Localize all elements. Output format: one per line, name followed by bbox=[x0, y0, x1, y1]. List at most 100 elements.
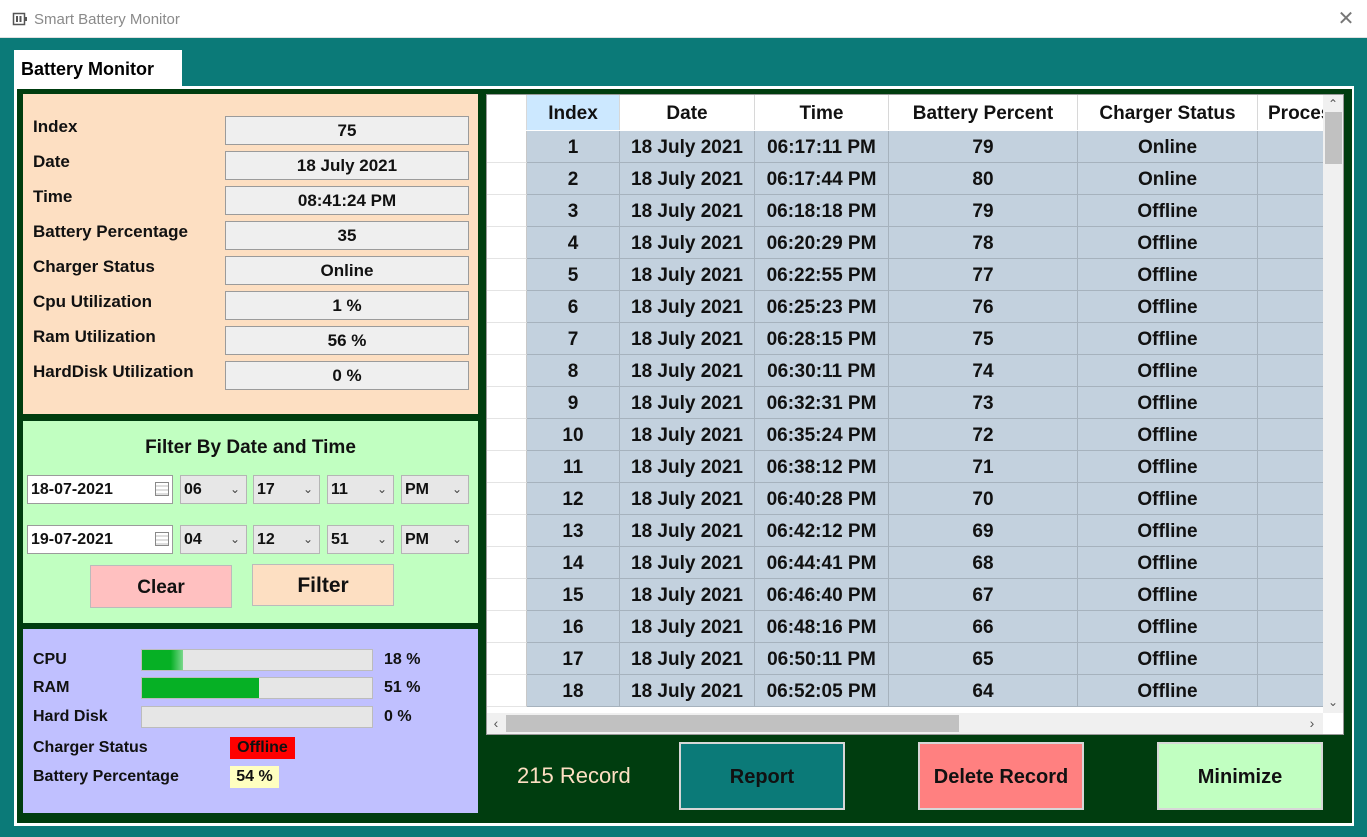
row-header[interactable] bbox=[487, 611, 527, 643]
cell-process[interactable] bbox=[1258, 259, 1328, 291]
cell-process[interactable] bbox=[1258, 355, 1328, 387]
cell-process[interactable] bbox=[1258, 419, 1328, 451]
from-hour-select[interactable]: 06 ⌄ bbox=[180, 475, 247, 504]
cell-index[interactable]: 7 bbox=[527, 323, 620, 355]
vertical-scrollbar[interactable]: ⌃ ⌄ bbox=[1323, 95, 1343, 713]
cell-date[interactable]: 18 July 2021 bbox=[620, 387, 755, 419]
to-second-select[interactable]: 51 ⌄ bbox=[327, 525, 394, 554]
cell-index[interactable]: 18 bbox=[527, 675, 620, 707]
row-header[interactable] bbox=[487, 419, 527, 451]
cell-process[interactable] bbox=[1258, 451, 1328, 483]
cell-charger-status[interactable]: Offline bbox=[1078, 451, 1258, 483]
cell-time[interactable]: 06:48:16 PM bbox=[755, 611, 889, 643]
cell-process[interactable] bbox=[1258, 643, 1328, 675]
row-header[interactable] bbox=[487, 259, 527, 291]
cell-index[interactable]: 8 bbox=[527, 355, 620, 387]
column-header-time[interactable]: Time bbox=[755, 95, 889, 130]
cell-date[interactable]: 18 July 2021 bbox=[620, 515, 755, 547]
scroll-up-icon[interactable]: ⌃ bbox=[1323, 97, 1343, 111]
minimize-button[interactable]: Minimize bbox=[1157, 742, 1323, 810]
calendar-icon[interactable] bbox=[155, 532, 169, 546]
cell-charger-status[interactable]: Offline bbox=[1078, 611, 1258, 643]
horizontal-scroll-thumb[interactable] bbox=[506, 715, 959, 732]
cell-process[interactable] bbox=[1258, 291, 1328, 323]
cell-process[interactable] bbox=[1258, 675, 1328, 707]
cell-charger-status[interactable]: Offline bbox=[1078, 387, 1258, 419]
cell-date[interactable]: 18 July 2021 bbox=[620, 323, 755, 355]
cell-charger-status[interactable]: Offline bbox=[1078, 259, 1258, 291]
column-header-process[interactable]: Process bbox=[1258, 95, 1328, 130]
cell-index[interactable]: 9 bbox=[527, 387, 620, 419]
row-header[interactable] bbox=[487, 451, 527, 483]
cell-battery-percent[interactable]: 80 bbox=[889, 163, 1078, 195]
cell-date[interactable]: 18 July 2021 bbox=[620, 579, 755, 611]
filter-button[interactable]: Filter bbox=[252, 564, 394, 606]
row-header[interactable] bbox=[487, 323, 527, 355]
cell-time[interactable]: 06:52:05 PM bbox=[755, 675, 889, 707]
cell-time[interactable]: 06:22:55 PM bbox=[755, 259, 889, 291]
cell-time[interactable]: 06:17:44 PM bbox=[755, 163, 889, 195]
cell-process[interactable] bbox=[1258, 387, 1328, 419]
tab-battery-monitor[interactable]: Battery Monitor bbox=[14, 50, 182, 86]
row-header[interactable] bbox=[487, 195, 527, 227]
cell-date[interactable]: 18 July 2021 bbox=[620, 163, 755, 195]
cell-battery-percent[interactable]: 67 bbox=[889, 579, 1078, 611]
cell-time[interactable]: 06:50:11 PM bbox=[755, 643, 889, 675]
cell-battery-percent[interactable]: 69 bbox=[889, 515, 1078, 547]
calendar-icon[interactable] bbox=[155, 482, 169, 496]
records-grid[interactable]: Index Date Time Battery Percent Charger Stat… bbox=[486, 94, 1344, 735]
column-header-date[interactable]: Date bbox=[620, 95, 755, 130]
cell-charger-status[interactable]: Offline bbox=[1078, 547, 1258, 579]
cell-time[interactable]: 06:30:11 PM bbox=[755, 355, 889, 387]
report-button[interactable]: Report bbox=[679, 742, 845, 810]
cell-battery-percent[interactable]: 76 bbox=[889, 291, 1078, 323]
cell-time[interactable]: 06:18:18 PM bbox=[755, 195, 889, 227]
cell-time[interactable]: 06:17:11 PM bbox=[755, 131, 889, 163]
column-header-charger-status[interactable]: Charger Status bbox=[1078, 95, 1258, 130]
cell-battery-percent[interactable]: 74 bbox=[889, 355, 1078, 387]
row-header[interactable] bbox=[487, 355, 527, 387]
cell-time[interactable]: 06:28:15 PM bbox=[755, 323, 889, 355]
cell-battery-percent[interactable]: 73 bbox=[889, 387, 1078, 419]
cell-date[interactable]: 18 July 2021 bbox=[620, 355, 755, 387]
cell-time[interactable]: 06:20:29 PM bbox=[755, 227, 889, 259]
cell-date[interactable]: 18 July 2021 bbox=[620, 643, 755, 675]
cell-date[interactable]: 18 July 2021 bbox=[620, 131, 755, 163]
cell-process[interactable] bbox=[1258, 547, 1328, 579]
row-header[interactable] bbox=[487, 483, 527, 515]
delete-record-button[interactable]: Delete Record bbox=[918, 742, 1084, 810]
clear-button[interactable]: Clear bbox=[90, 565, 232, 608]
cell-battery-percent[interactable]: 71 bbox=[889, 451, 1078, 483]
row-header[interactable] bbox=[487, 515, 527, 547]
scroll-left-icon[interactable]: ‹ bbox=[489, 715, 503, 731]
row-header[interactable] bbox=[487, 643, 527, 675]
cell-battery-percent[interactable]: 77 bbox=[889, 259, 1078, 291]
cell-date[interactable]: 18 July 2021 bbox=[620, 483, 755, 515]
cell-charger-status[interactable]: Offline bbox=[1078, 291, 1258, 323]
cell-index[interactable]: 4 bbox=[527, 227, 620, 259]
row-header[interactable] bbox=[487, 387, 527, 419]
cell-date[interactable]: 18 July 2021 bbox=[620, 451, 755, 483]
to-hour-select[interactable]: 04 ⌄ bbox=[180, 525, 247, 554]
cell-battery-percent[interactable]: 75 bbox=[889, 323, 1078, 355]
row-header[interactable] bbox=[487, 675, 527, 707]
cell-process[interactable] bbox=[1258, 611, 1328, 643]
cell-date[interactable]: 18 July 2021 bbox=[620, 195, 755, 227]
from-date-picker[interactable]: 18-07-2021 bbox=[27, 475, 173, 504]
cell-battery-percent[interactable]: 64 bbox=[889, 675, 1078, 707]
cell-time[interactable]: 06:38:12 PM bbox=[755, 451, 889, 483]
cell-index[interactable]: 10 bbox=[527, 419, 620, 451]
cell-index[interactable]: 13 bbox=[527, 515, 620, 547]
cell-charger-status[interactable]: Offline bbox=[1078, 643, 1258, 675]
from-ampm-select[interactable]: PM ⌄ bbox=[401, 475, 469, 504]
row-header[interactable] bbox=[487, 131, 527, 163]
cell-process[interactable] bbox=[1258, 483, 1328, 515]
close-icon[interactable]: ✕ bbox=[1332, 6, 1360, 32]
column-header-index[interactable]: Index bbox=[527, 95, 620, 130]
cell-index[interactable]: 1 bbox=[527, 131, 620, 163]
cell-charger-status[interactable]: Online bbox=[1078, 131, 1258, 163]
cell-time[interactable]: 06:42:12 PM bbox=[755, 515, 889, 547]
cell-date[interactable]: 18 July 2021 bbox=[620, 611, 755, 643]
cell-charger-status[interactable]: Offline bbox=[1078, 355, 1258, 387]
cell-battery-percent[interactable]: 65 bbox=[889, 643, 1078, 675]
